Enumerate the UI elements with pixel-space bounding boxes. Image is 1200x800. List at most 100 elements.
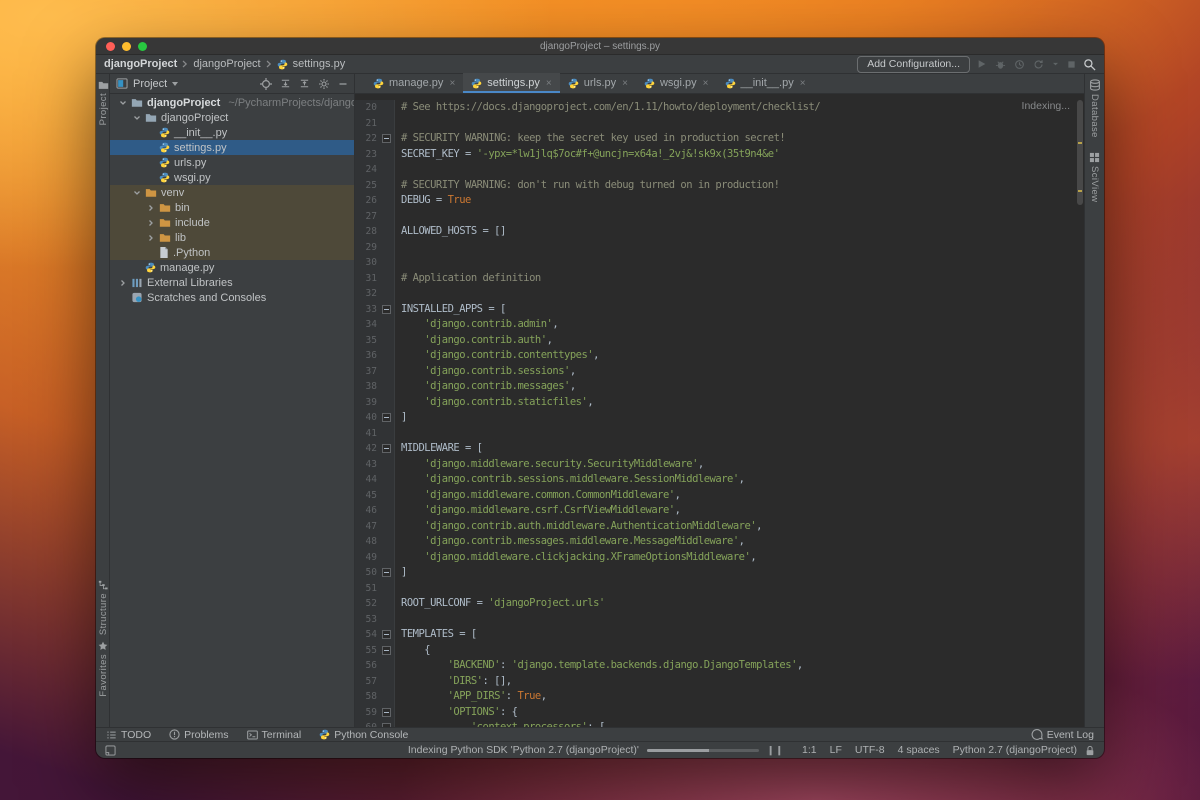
status-item-utf-8[interactable]: UTF-8 <box>855 744 885 756</box>
tree-item-scratches-and-consoles[interactable]: Scratches and Consoles <box>110 290 354 305</box>
tree-item-python[interactable]: .Python <box>110 245 354 260</box>
fold-marker-icon[interactable] <box>380 627 392 643</box>
search-everywhere-icon[interactable] <box>1083 58 1096 71</box>
code-line-20[interactable]: 20# See https://docs.djangoproject.com/e… <box>355 100 1084 116</box>
code-line-48[interactable]: 48 'django.contrib.messages.middleware.M… <box>355 534 1084 550</box>
code-line-28[interactable]: 28ALLOWED_HOSTS = [] <box>355 224 1084 240</box>
add-configuration-button[interactable]: Add Configuration... <box>857 56 970 73</box>
code-line-57[interactable]: 57 'DIRS': [], <box>355 674 1084 690</box>
line-number[interactable]: 48 <box>355 534 380 550</box>
fold-marker-icon[interactable] <box>380 565 392 581</box>
profile-icon[interactable] <box>1014 59 1025 70</box>
minimize-icon[interactable] <box>338 79 348 89</box>
tree-item-manage-py[interactable]: manage.py <box>110 260 354 275</box>
code-line-49[interactable]: 49 'django.middleware.clickjacking.XFram… <box>355 550 1084 566</box>
code-line-24[interactable]: 24 <box>355 162 1084 178</box>
tree-item-venv[interactable]: venv <box>110 185 354 200</box>
line-number[interactable]: 21 <box>355 116 380 132</box>
code-line-37[interactable]: 37 'django.contrib.sessions', <box>355 364 1084 380</box>
tree-item-include[interactable]: include <box>110 215 354 230</box>
line-number[interactable]: 53 <box>355 612 380 628</box>
code-line-27[interactable]: 27 <box>355 209 1084 225</box>
tool-window-button-todo[interactable]: TODO <box>106 729 151 741</box>
tool-button-database[interactable]: Database <box>1089 79 1101 138</box>
project-panel-title[interactable]: Project <box>133 78 167 90</box>
expand-all-icon[interactable] <box>280 78 291 89</box>
tool-button-sciview[interactable]: SciView <box>1089 152 1100 202</box>
code-line-58[interactable]: 58 'APP_DIRS': True, <box>355 689 1084 705</box>
chevron-down-icon[interactable] <box>118 99 127 107</box>
code-line-40[interactable]: 40] <box>355 410 1084 426</box>
tab-wsgi-py[interactable]: wsgi.py× <box>636 73 717 93</box>
close-tab-icon[interactable]: × <box>622 78 628 89</box>
tab-manage-py[interactable]: manage.py× <box>365 73 463 93</box>
line-number[interactable]: 24 <box>355 162 380 178</box>
line-number[interactable]: 38 <box>355 379 380 395</box>
tree-item-init-py[interactable]: __init__.py <box>110 125 354 140</box>
line-number[interactable]: 57 <box>355 674 380 690</box>
code-line-50[interactable]: 50] <box>355 565 1084 581</box>
line-number[interactable]: 47 <box>355 519 380 535</box>
code-line-60[interactable]: 60 'context_processors': [ <box>355 720 1084 727</box>
line-number[interactable]: 51 <box>355 581 380 597</box>
tree-item-djangoproject[interactable]: djangoProject~/PycharmProjects/djangoPro… <box>110 95 354 110</box>
breadcrumb-package[interactable]: djangoProject <box>193 58 260 70</box>
line-number[interactable]: 45 <box>355 488 380 504</box>
tool-window-button-problems[interactable]: Problems <box>169 729 228 741</box>
line-number[interactable]: 26 <box>355 193 380 209</box>
code-line-31[interactable]: 31# Application definition <box>355 271 1084 287</box>
line-number[interactable]: 44 <box>355 472 380 488</box>
line-number[interactable]: 34 <box>355 317 380 333</box>
status-item-4-spaces[interactable]: 4 spaces <box>898 744 940 756</box>
code-line-38[interactable]: 38 'django.contrib.messages', <box>355 379 1084 395</box>
line-number[interactable]: 33 <box>355 302 380 318</box>
tab-settings-py[interactable]: settings.py× <box>463 73 559 93</box>
code-line-35[interactable]: 35 'django.contrib.auth', <box>355 333 1084 349</box>
line-number[interactable]: 41 <box>355 426 380 442</box>
line-number[interactable]: 36 <box>355 348 380 364</box>
tab-urls-py[interactable]: urls.py× <box>560 73 636 93</box>
minimize-window-button[interactable] <box>122 42 131 51</box>
line-number[interactable]: 29 <box>355 240 380 256</box>
line-number[interactable]: 43 <box>355 457 380 473</box>
code-line-51[interactable]: 51 <box>355 581 1084 597</box>
collapse-all-icon[interactable] <box>299 78 310 89</box>
code-line-43[interactable]: 43 'django.middleware.security.SecurityM… <box>355 457 1084 473</box>
close-tab-icon[interactable]: × <box>703 78 709 89</box>
code-line-39[interactable]: 39 'django.contrib.staticfiles', <box>355 395 1084 411</box>
status-item-python-2-7-djangoproject[interactable]: Python 2.7 (djangoProject) <box>953 744 1077 756</box>
line-number[interactable]: 52 <box>355 596 380 612</box>
tree-item-settings-py[interactable]: settings.py <box>110 140 354 155</box>
line-number[interactable]: 40 <box>355 410 380 426</box>
tree-item-external-libraries[interactable]: External Libraries <box>110 275 354 290</box>
code-line-32[interactable]: 32 <box>355 286 1084 302</box>
fold-marker-icon[interactable] <box>380 705 392 721</box>
tree-item-djangoproject[interactable]: djangoProject <box>110 110 354 125</box>
chevron-right-icon[interactable] <box>118 279 127 287</box>
fold-marker-icon[interactable] <box>380 410 392 426</box>
tool-window-layout-icon[interactable] <box>105 745 116 756</box>
tool-window-button-event-log[interactable]: Event Log <box>1031 729 1094 741</box>
line-number[interactable]: 46 <box>355 503 380 519</box>
play-icon[interactable] <box>977 59 987 69</box>
zoom-window-button[interactable] <box>138 42 147 51</box>
line-number[interactable]: 60 <box>355 720 380 727</box>
chevron-down-icon[interactable] <box>172 82 178 86</box>
chevron-right-icon[interactable] <box>146 204 155 212</box>
fold-marker-icon[interactable] <box>380 302 392 318</box>
breadcrumb-file[interactable]: settings.py <box>293 58 346 70</box>
line-number[interactable]: 39 <box>355 395 380 411</box>
code-line-33[interactable]: 33INSTALLED_APPS = [ <box>355 302 1084 318</box>
tool-window-button-python-console[interactable]: Python Console <box>319 729 408 741</box>
fold-marker-icon[interactable] <box>380 441 392 457</box>
editor[interactable]: Indexing... 20# See https://docs.djangop… <box>355 94 1084 727</box>
line-number[interactable]: 30 <box>355 255 380 271</box>
chevron-down-icon[interactable] <box>132 114 141 122</box>
debug-icon[interactable] <box>995 59 1006 70</box>
status-item-lf[interactable]: LF <box>830 744 842 756</box>
line-number[interactable]: 49 <box>355 550 380 566</box>
code-line-56[interactable]: 56 'BACKEND': 'django.template.backends.… <box>355 658 1084 674</box>
code-line-46[interactable]: 46 'django.middleware.csrf.CsrfViewMiddl… <box>355 503 1084 519</box>
line-number[interactable]: 58 <box>355 689 380 705</box>
fold-marker-icon[interactable] <box>380 131 392 147</box>
